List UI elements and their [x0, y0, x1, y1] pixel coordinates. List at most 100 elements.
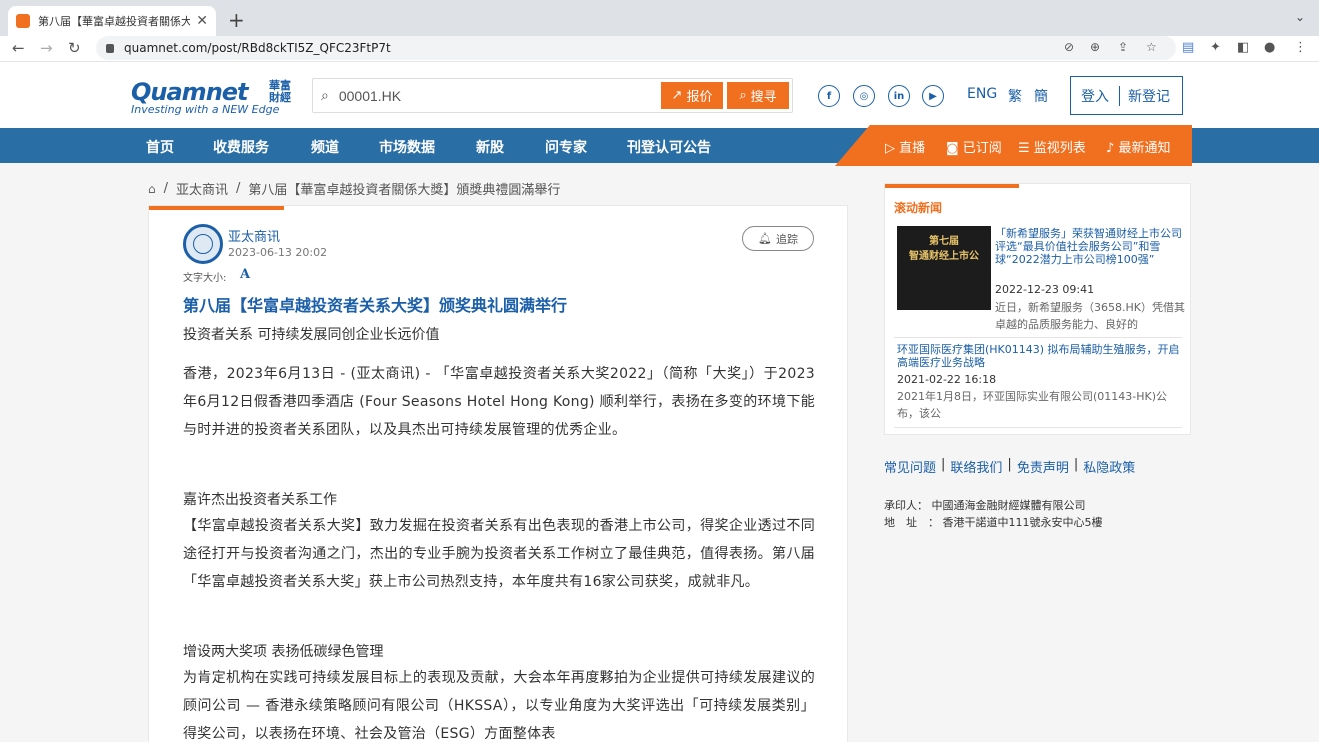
footer-separator: |	[1073, 457, 1079, 472]
article-section-heading: 增设两大奖项 表扬低碳绿色管理	[183, 644, 384, 660]
news-item-time: 2021-02-22 16:18	[897, 373, 997, 386]
quote-button[interactable]: ↗ 报价	[661, 82, 723, 109]
site-favicon-icon	[16, 14, 30, 28]
linkedin-icon[interactable]: in	[888, 85, 910, 107]
share-icon[interactable]: ⇪	[1118, 40, 1128, 54]
main-nav: 首页 收费服务 频道 市场数据 新股 问专家 刊登认可公告 ▷ 直播 ◙ 已订阅…	[0, 125, 1319, 166]
browser-tabbar: 第八届【華富卓越投資者關係大獎 ✕ + ⌄	[0, 0, 1319, 36]
footer-address: 地 址 ： 香港干諾道中111號永安中心5樓	[884, 514, 1103, 530]
footer-link-disclaimer[interactable]: 免责声明	[1017, 457, 1069, 476]
nav-subscribed-label: 已订阅	[962, 141, 1002, 156]
breadcrumb-item-channel[interactable]: 亚太商讯	[176, 179, 228, 198]
youtube-icon[interactable]: ▶	[922, 85, 944, 107]
nav-item-ipo[interactable]: 新股	[476, 137, 504, 157]
lang-traditional-link[interactable]: 繁	[1008, 86, 1022, 106]
font-size-label: 文字大小:	[183, 273, 227, 284]
bell-icon: 🔔︎	[758, 232, 772, 245]
logo-tagline: Investing with a NEW Edge	[131, 103, 280, 116]
nav-item-ask-expert[interactable]: 问专家	[545, 137, 587, 157]
card-accent-bar	[149, 206, 284, 210]
chart-line-icon: ↗	[671, 88, 683, 103]
breadcrumb-separator: /	[163, 181, 169, 196]
footer-separator: |	[941, 457, 946, 472]
news-item-title[interactable]: 「新希望服务」荣获智通财经上市公司评选“最具价值社会服务公司”和雪球“2022潜…	[995, 227, 1185, 266]
new-tab-button[interactable]: +	[228, 8, 245, 32]
lock-icon	[106, 43, 114, 53]
home-icon[interactable]: ⌂	[148, 182, 156, 196]
news-divider	[894, 427, 1182, 428]
footer-link-faq[interactable]: 常见问题	[884, 457, 936, 476]
search-button[interactable]: ⌕ 搜寻	[727, 82, 789, 109]
breadcrumb-separator: /	[236, 181, 241, 196]
author-avatar[interactable]	[183, 224, 223, 264]
thumb-text: 智通财经上市公	[909, 251, 979, 262]
close-tab-icon[interactable]: ✕	[196, 13, 208, 29]
footer-separator: |	[1007, 457, 1012, 472]
zoom-icon[interactable]: ⊕	[1090, 40, 1100, 54]
article-paragraph: 香港，2023年6月13日 - (亚太商讯) - 「华富卓越投资者关系大奖202…	[183, 366, 815, 438]
news-item-excerpt: 2021年1月8日，环亚国际实业有限公司(01143-HK)公布，该公	[897, 390, 1168, 420]
search-icon: ⌕	[321, 87, 329, 104]
bookmark-star-icon[interactable]: ☆	[1146, 40, 1157, 54]
search-button-icon: ⌕	[739, 88, 747, 103]
blocked-cookie-icon[interactable]: ⊘	[1064, 40, 1074, 54]
auth-box: 登入 新登记	[1070, 76, 1183, 115]
browser-menu-icon[interactable]: ⋮	[1294, 40, 1307, 55]
browser-tab[interactable]: 第八届【華富卓越投資者關係大獎 ✕	[8, 6, 216, 36]
nav-quick-links: ▷ 直播 ◙ 已订阅 ☰ 监视列表 ♪ 最新通知	[835, 125, 1192, 166]
profile-avatar-icon[interactable]: ●	[1264, 40, 1275, 55]
nav-item-home[interactable]: 首页	[146, 137, 174, 157]
quamnet-logo[interactable]: Quamnet 華富財經 Investing with a NEW Edge	[131, 78, 291, 116]
facebook-icon[interactable]: f	[818, 85, 840, 107]
article-section-heading: 嘉许杰出投资者关系工作	[183, 492, 337, 508]
nav-live[interactable]: ▷ 直播	[885, 137, 925, 156]
quote-button-label: 报价	[686, 90, 713, 105]
article-subtitle: 投资者关系 可持续发展同创企业长远价值	[183, 327, 440, 343]
address-bar[interactable]: quamnet.com/post/RBd8ckTI5Z_QFC23FtP7t	[96, 36, 1176, 60]
footer-link-contact[interactable]: 联络我们	[950, 457, 1002, 476]
publish-time: 2023-06-13 20:02	[228, 246, 328, 259]
play-icon: ▷	[885, 141, 895, 156]
instagram-icon[interactable]: ◎	[853, 85, 875, 107]
lang-english-link[interactable]: ENG	[967, 86, 997, 102]
tab-search-chevron-icon[interactable]: ⌄	[1295, 10, 1305, 24]
footer-link-privacy[interactable]: 私隐政策	[1083, 457, 1135, 476]
register-button[interactable]: 新登记	[1120, 86, 1178, 106]
news-item-time: 2022-12-23 09:41	[995, 283, 1095, 296]
rolling-news-title: 滚动新闻	[894, 201, 943, 215]
reload-icon[interactable]: ↻	[68, 39, 81, 57]
side-accent-bar	[885, 184, 1019, 188]
rss-icon: ◙	[946, 141, 959, 156]
rolling-news-panel: 滚动新闻 第七届 智通财经上市公 「新希望服务」荣获智通财经上市公司评选“最具价…	[884, 183, 1191, 435]
nav-subscribed[interactable]: ◙ 已订阅	[946, 137, 1002, 156]
breadcrumb-item-current: 第八届【華富卓越投資者關係大獎】頒獎典禮圓滿舉行	[248, 183, 561, 198]
news-thumbnail[interactable]: 第七届 智通财经上市公	[897, 226, 991, 310]
logo-wordmark: Quamnet	[131, 78, 249, 106]
bell-icon: ♪	[1106, 141, 1115, 156]
nav-notifications[interactable]: ♪ 最新通知	[1106, 137, 1170, 156]
extensions-puzzle-icon[interactable]: ✦	[1210, 40, 1221, 55]
search-input[interactable]	[338, 87, 639, 104]
nav-item-announcements[interactable]: 刊登认可公告	[627, 137, 711, 157]
url-text: quamnet.com/post/RBd8ckTI5Z_QFC23FtP7t	[124, 41, 391, 55]
nav-watchlist[interactable]: ☰ 监视列表	[1018, 137, 1086, 156]
nav-item-channels[interactable]: 频道	[311, 137, 339, 157]
side-panel-icon[interactable]: ◧	[1237, 40, 1249, 55]
article-title: 第八届【华富卓越投资者关系大奖】颁奖典礼圆满举行	[183, 296, 568, 315]
author-name[interactable]: 亚太商讯	[228, 226, 280, 245]
follow-button[interactable]: 🔔︎ 追踪	[742, 226, 814, 251]
back-arrow-icon[interactable]: ←	[12, 39, 25, 57]
news-item-title[interactable]: 环亚国际医疗集团(HK01143) 拟布局辅助生殖服务，开启高端医疗业务战略	[897, 343, 1182, 369]
list-icon: ☰	[1018, 141, 1030, 156]
nav-item-market-data[interactable]: 市场数据	[379, 137, 435, 157]
nav-item-paid-services[interactable]: 收费服务	[213, 137, 269, 157]
lang-simplified-link[interactable]: 簡	[1034, 86, 1048, 106]
tab-title: 第八届【華富卓越投資者關係大獎	[38, 15, 191, 28]
font-size-icon[interactable]: A	[240, 267, 250, 282]
login-button[interactable]: 登入	[1071, 86, 1119, 106]
nav-live-label: 直播	[899, 141, 926, 156]
thumb-text: 第七届	[929, 236, 959, 247]
document-extension-icon[interactable]: ▤	[1182, 40, 1194, 55]
breadcrumb: ⌂ / 亚太商讯 / 第八届【華富卓越投資者關係大獎】頒獎典禮圓滿舉行	[148, 179, 560, 198]
forward-arrow-icon[interactable]: →	[40, 39, 53, 57]
